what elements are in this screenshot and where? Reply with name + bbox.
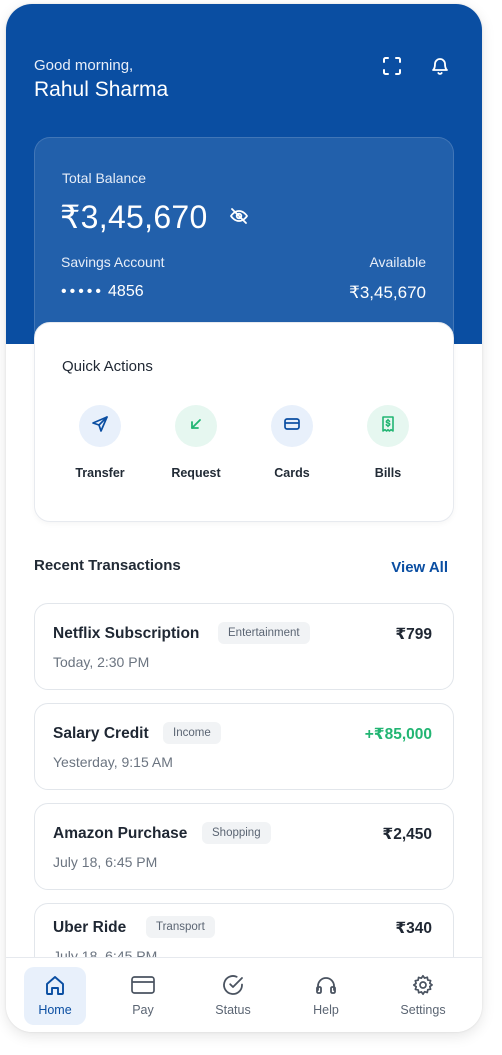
quick-action-cards[interactable]: Cards — [247, 405, 337, 485]
quick-action-bills[interactable]: Bills — [343, 405, 433, 485]
nav-label: Home — [38, 1003, 72, 1017]
eye-off-icon — [229, 206, 249, 231]
scan-button[interactable] — [379, 55, 405, 81]
transfer-icon-bg — [79, 405, 121, 447]
card-icon — [131, 973, 155, 997]
transaction-category-badge: Transport — [146, 916, 215, 938]
nav-label: Help — [313, 1003, 339, 1017]
headphones-icon — [314, 973, 338, 997]
quick-action-transfer[interactable]: Transfer — [55, 405, 145, 485]
nav-item-status[interactable]: Status — [202, 967, 264, 1025]
nav-item-help[interactable]: Help — [295, 967, 357, 1025]
send-icon — [91, 415, 109, 438]
bill-icon — [379, 415, 397, 438]
account-last4: 4856 — [108, 283, 144, 300]
nav-item-home[interactable]: Home — [24, 967, 86, 1025]
transaction-amount: +₹85,000 — [364, 726, 432, 743]
transaction-name: Uber Ride — [53, 919, 127, 936]
transaction-amount: ₹799 — [395, 626, 432, 643]
balance-card: Total Balance ₹3,45,670 Savings Account … — [34, 137, 454, 345]
available-label: Available — [369, 254, 426, 270]
card-icon — [283, 415, 301, 438]
transaction-amount: ₹2,450 — [382, 826, 432, 843]
view-all-link[interactable]: View All — [391, 559, 448, 576]
notifications-button[interactable] — [427, 55, 453, 81]
bills-icon-bg — [367, 405, 409, 447]
transaction-category-badge: Shopping — [202, 822, 271, 844]
recent-transactions-title: Recent Transactions — [34, 557, 181, 574]
nav-item-settings[interactable]: Settings — [392, 967, 454, 1025]
bell-icon — [430, 56, 450, 81]
quick-action-label: Bills — [374, 466, 402, 480]
scan-icon — [383, 56, 401, 80]
arrow-down-left-icon — [188, 416, 204, 437]
transaction-date: Today, 2:30 PM — [53, 654, 150, 670]
quick-actions-card: Quick Actions Transfer Request Cards Bil… — [34, 322, 454, 522]
account-mask: ••••• — [61, 283, 105, 300]
nav-label: Pay — [132, 1003, 154, 1017]
app-screen: Good morning, Rahul Sharma Total Balance… — [6, 4, 482, 1032]
request-icon-bg — [175, 405, 217, 447]
transaction-name: Amazon Purchase — [53, 825, 188, 842]
greeting-text: Good morning, — [34, 57, 134, 74]
transaction-date: July 18, 6:45 PM — [53, 854, 158, 870]
transaction-amount: ₹340 — [395, 920, 432, 937]
quick-action-label: Cards — [274, 466, 310, 480]
user-name: Rahul Sharma — [34, 78, 169, 101]
nav-label: Settings — [400, 1003, 446, 1017]
quick-action-label: Request — [171, 466, 221, 480]
transaction-category-badge: Income — [163, 722, 221, 744]
nav-label: Status — [215, 1003, 251, 1017]
transaction-date: Yesterday, 9:15 AM — [53, 754, 173, 770]
balance-amount: ₹3,45,670 — [60, 199, 208, 235]
transaction-item[interactable]: Amazon Purchase Shopping ₹2,450 July 18,… — [34, 803, 454, 890]
quick-action-label: Transfer — [75, 466, 125, 480]
bottom-navigation: Home Pay Status Help Settings — [6, 957, 482, 1032]
account-type: Savings Account — [61, 254, 165, 270]
quick-actions-title: Quick Actions — [62, 358, 153, 375]
transaction-name: Netflix Subscription — [53, 625, 200, 642]
cards-icon-bg — [271, 405, 313, 447]
gear-icon — [411, 973, 435, 997]
toggle-balance-visibility-button[interactable] — [227, 206, 251, 230]
available-amount: ₹3,45,670 — [349, 283, 426, 302]
account-number: ••••• 4856 — [61, 283, 144, 301]
check-circle-icon — [221, 973, 245, 997]
transaction-name: Salary Credit — [53, 725, 149, 742]
transaction-item[interactable]: Netflix Subscription Entertainment ₹799 … — [34, 603, 454, 690]
home-icon — [43, 973, 67, 997]
transaction-category-badge: Entertainment — [218, 622, 310, 644]
quick-action-request[interactable]: Request — [151, 405, 241, 485]
balance-label: Total Balance — [62, 170, 147, 186]
nav-item-pay[interactable]: Pay — [112, 967, 174, 1025]
transaction-item[interactable]: Salary Credit Income +₹85,000 Yesterday,… — [34, 703, 454, 790]
